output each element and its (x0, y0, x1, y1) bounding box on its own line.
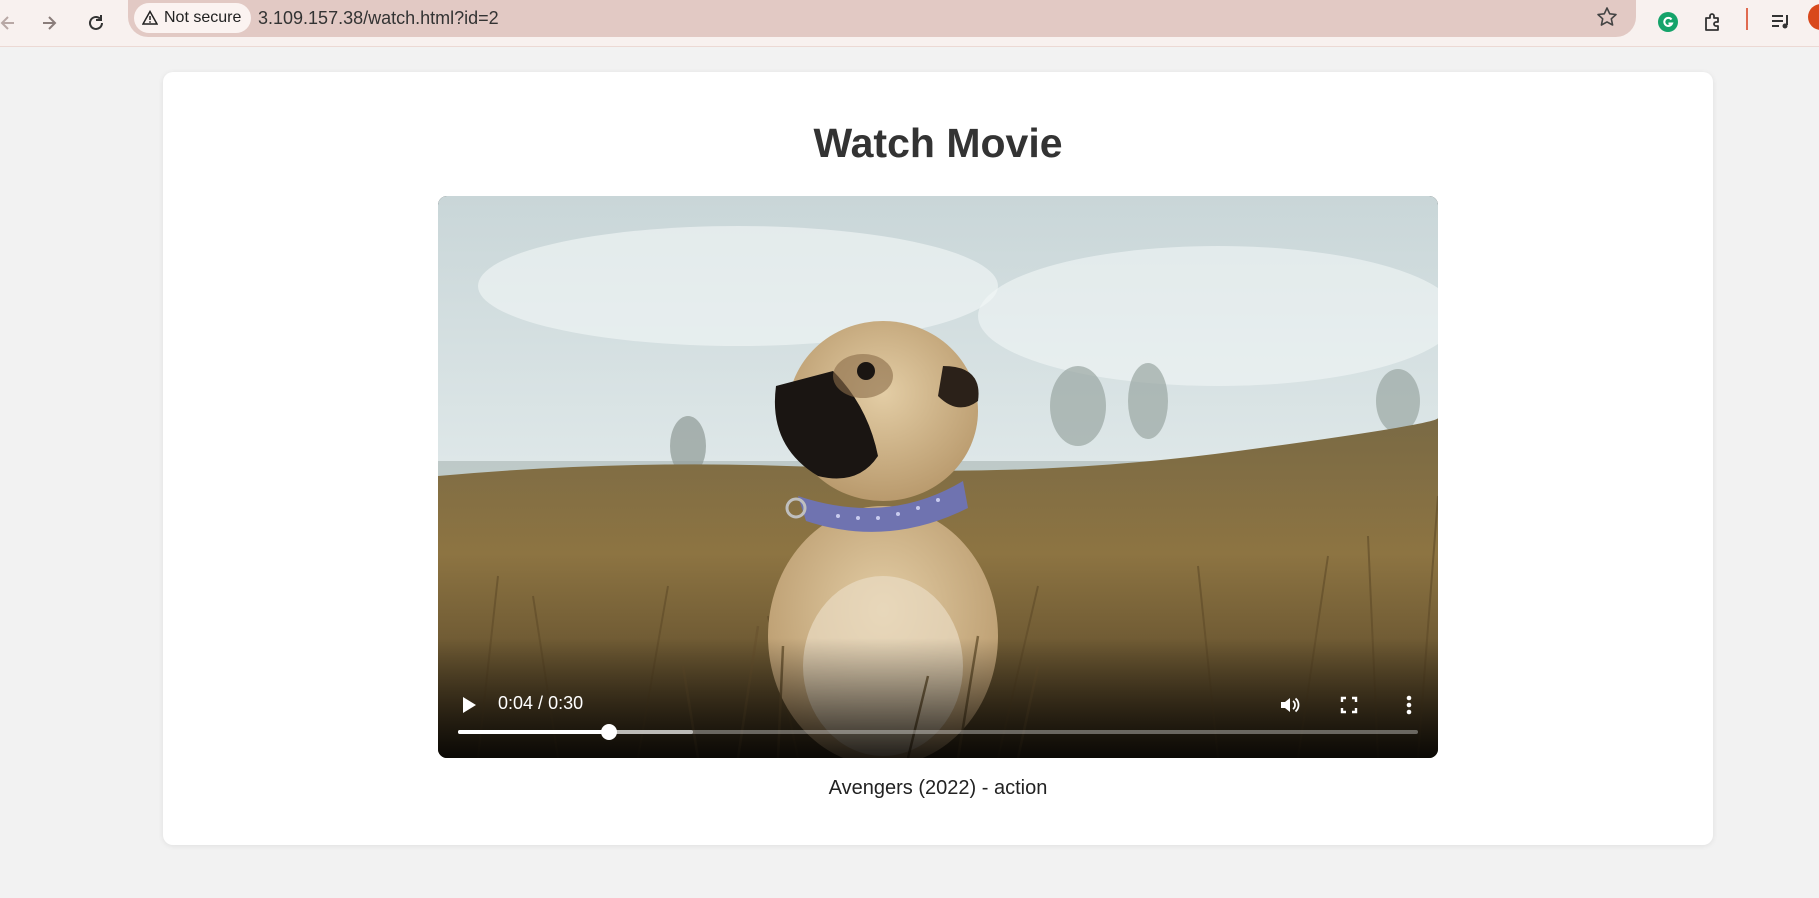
reload-button[interactable] (80, 7, 112, 39)
time-display: 0:04 / 0:30 (498, 693, 583, 714)
security-label: Not secure (164, 9, 242, 26)
forward-arrow-icon (43, 16, 57, 30)
back-arrow-icon (0, 16, 14, 30)
address-bar[interactable]: Not secure 3.109.157.38/watch.html?id=2 (128, 0, 1636, 37)
mute-button[interactable] (1274, 690, 1304, 720)
bookmark-button[interactable] (1596, 6, 1618, 33)
seek-thumb[interactable] (600, 724, 617, 740)
media-queue-icon (1772, 15, 1788, 29)
played-range (458, 730, 609, 734)
extensions-button[interactable] (1698, 7, 1728, 37)
browser-toolbar: Not secure 3.109.157.38/watch.html?id=2 (0, 0, 1819, 47)
time-separator: / (533, 693, 549, 713)
grammarly-extension[interactable] (1653, 7, 1683, 37)
url-text[interactable]: 3.109.157.38/watch.html?id=2 (258, 8, 499, 29)
page-title: Watch Movie (813, 120, 1063, 166)
seek-bar[interactable] (458, 724, 1418, 740)
movie-caption: Avengers (2022) - action (828, 777, 1048, 799)
more-options-button[interactable] (1394, 690, 1424, 720)
current-time: 0:04 (498, 693, 534, 713)
fullscreen-button[interactable] (1334, 690, 1364, 720)
volume-icon (1281, 697, 1300, 713)
warning-icon (142, 10, 158, 25)
toolbar-separator (1746, 8, 1748, 30)
video-player[interactable]: 0:04 / 0:30 (438, 196, 1438, 758)
forward-button[interactable] (33, 7, 65, 39)
grammarly-icon (1658, 12, 1678, 32)
extensions-icon (1705, 13, 1719, 31)
back-button[interactable] (0, 7, 24, 39)
security-chip[interactable]: Not secure (134, 3, 252, 33)
play-button[interactable] (454, 690, 484, 720)
profile-avatar[interactable] (1808, 4, 1819, 30)
more-vertical-icon (1406, 695, 1412, 715)
star-icon (1597, 7, 1617, 26)
content-card: Watch Movie 0:04 / 0:30 Avengers (2022) … (163, 72, 1713, 845)
fullscreen-icon (1340, 696, 1358, 714)
media-control-button[interactable] (1766, 7, 1796, 37)
reload-icon (89, 15, 103, 30)
duration: 0:30 (548, 693, 584, 713)
play-icon (463, 697, 476, 713)
